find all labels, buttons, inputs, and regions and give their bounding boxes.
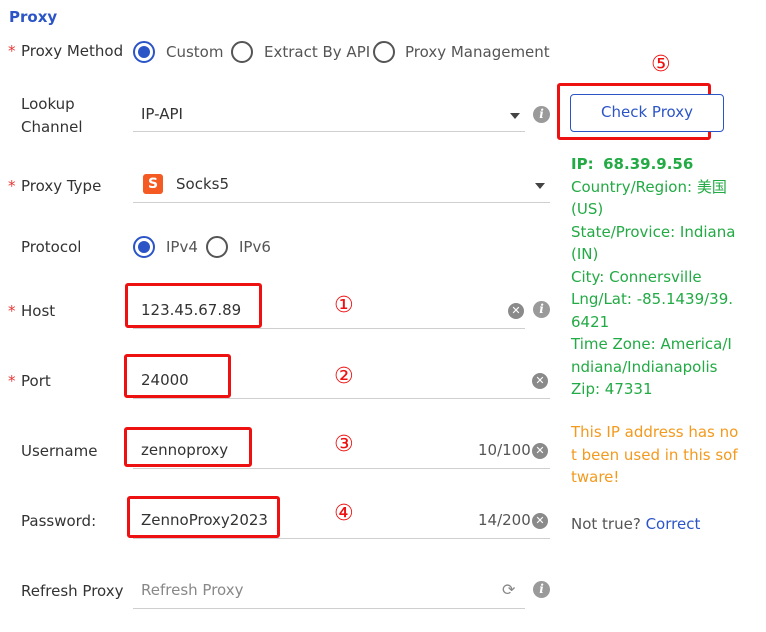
proxy-type-select[interactable]: S Socks5 — [133, 170, 550, 203]
required-mark: * — [8, 42, 16, 60]
socks5-icon: S — [143, 174, 163, 194]
info-icon[interactable]: i — [533, 106, 550, 123]
result-ip-line: IP: 68.39.9.56 — [571, 153, 761, 176]
annotation-box-3 — [124, 427, 252, 467]
result-line: Country/Region: 美国 — [571, 177, 727, 196]
info-icon[interactable]: i — [533, 301, 550, 318]
refresh-icon[interactable]: ⟳ — [502, 580, 515, 599]
password-char-counter: 14/200 — [478, 511, 531, 529]
result-line: Lng/Lat: -85.1439/39. — [571, 290, 734, 308]
radio-proxy-management[interactable] — [373, 41, 395, 63]
underline — [133, 131, 525, 132]
result-line: (IN) — [571, 245, 599, 263]
protocol-label: Protocol — [21, 238, 82, 256]
lookup-channel-label-line1: Lookup — [21, 95, 75, 113]
radio-ipv4-label[interactable]: IPv4 — [166, 238, 198, 256]
clear-icon[interactable]: ✕ — [532, 443, 548, 459]
refresh-proxy-placeholder: Refresh Proxy — [141, 581, 244, 599]
proxy-check-result: IP: 68.39.9.56 Country/Region: 美国 (US) S… — [571, 153, 761, 401]
radio-custom-label[interactable]: Custom — [166, 43, 223, 61]
annotation-1: ① — [334, 293, 354, 318]
result-line: City: Connersville — [571, 267, 702, 286]
warning-line: tware! — [571, 468, 620, 486]
proxy-type-label: Proxy Type — [21, 177, 102, 195]
lookup-channel-value: IP-API — [141, 105, 183, 123]
underline — [133, 202, 550, 203]
warning-line: t been used in this sof — [571, 445, 738, 464]
chevron-down-icon — [510, 113, 520, 119]
underline — [133, 538, 550, 539]
not-true-row: Not true? Correct — [571, 515, 700, 533]
username-label: Username — [21, 442, 98, 460]
underline — [133, 398, 550, 399]
lookup-channel-label-line2: Channel — [21, 118, 83, 136]
result-line: ndiana/Indianapolis — [571, 357, 718, 376]
refresh-proxy-label: Refresh Proxy — [21, 582, 124, 600]
correct-link[interactable]: Correct — [646, 515, 701, 533]
result-ip-label: IP: — [571, 155, 594, 173]
radio-custom[interactable] — [133, 41, 155, 63]
not-true-text: Not true? — [571, 515, 641, 533]
radio-extract-by-api[interactable] — [231, 41, 253, 63]
radio-ipv6-label[interactable]: IPv6 — [239, 238, 271, 256]
underline — [133, 328, 525, 329]
radio-proxy-management-label[interactable]: Proxy Management — [405, 43, 550, 61]
proxy-method-label: Proxy Method — [21, 42, 124, 60]
result-line: Zip: 47331 — [571, 380, 653, 398]
result-line: State/Provice: Indiana — [571, 222, 736, 241]
annotation-2: ② — [334, 364, 354, 389]
lookup-channel-select[interactable]: IP-API — [133, 100, 525, 132]
radio-ipv4[interactable] — [133, 236, 155, 258]
underline — [133, 468, 550, 469]
annotation-box-2 — [124, 354, 231, 398]
clear-icon[interactable]: ✕ — [532, 513, 548, 529]
underline — [133, 608, 525, 609]
result-line: (US) — [571, 200, 604, 218]
password-label: Password: — [21, 512, 97, 530]
required-mark: * — [8, 372, 16, 390]
annotation-5: ⑤ — [651, 52, 671, 77]
result-line: 6421 — [571, 312, 610, 331]
annotation-box-1 — [125, 283, 262, 328]
info-icon[interactable]: i — [533, 581, 550, 598]
result-ip-value: 68.39.9.56 — [603, 155, 694, 173]
ip-usage-warning: This IP address has no t been used in th… — [571, 421, 761, 489]
warning-line: This IP address has no — [571, 423, 739, 441]
required-mark: * — [8, 177, 16, 195]
annotation-4: ④ — [334, 501, 354, 526]
radio-extract-by-api-label[interactable]: Extract By API — [264, 43, 370, 61]
protocol-radio-group: IPv4 IPv6 — [133, 236, 283, 262]
clear-icon[interactable]: ✕ — [532, 373, 548, 389]
proxy-method-radio-group: Custom Extract By API Proxy Management — [133, 41, 553, 67]
proxy-type-value: Socks5 — [176, 175, 229, 193]
annotation-3: ③ — [334, 432, 354, 457]
clear-icon[interactable]: ✕ — [508, 303, 524, 319]
chevron-down-icon — [535, 183, 545, 189]
check-proxy-button[interactable]: Check Proxy — [570, 94, 724, 132]
required-mark: * — [8, 302, 16, 320]
host-label: Host — [21, 302, 56, 320]
section-title: Proxy — [9, 8, 58, 26]
refresh-proxy-input[interactable]: Refresh Proxy ⟳ — [133, 575, 525, 609]
radio-ipv6[interactable] — [206, 236, 228, 258]
annotation-box-4 — [127, 496, 280, 538]
username-char-counter: 10/100 — [478, 441, 531, 459]
port-label: Port — [21, 372, 51, 390]
result-line: Time Zone: America/I — [571, 335, 732, 353]
